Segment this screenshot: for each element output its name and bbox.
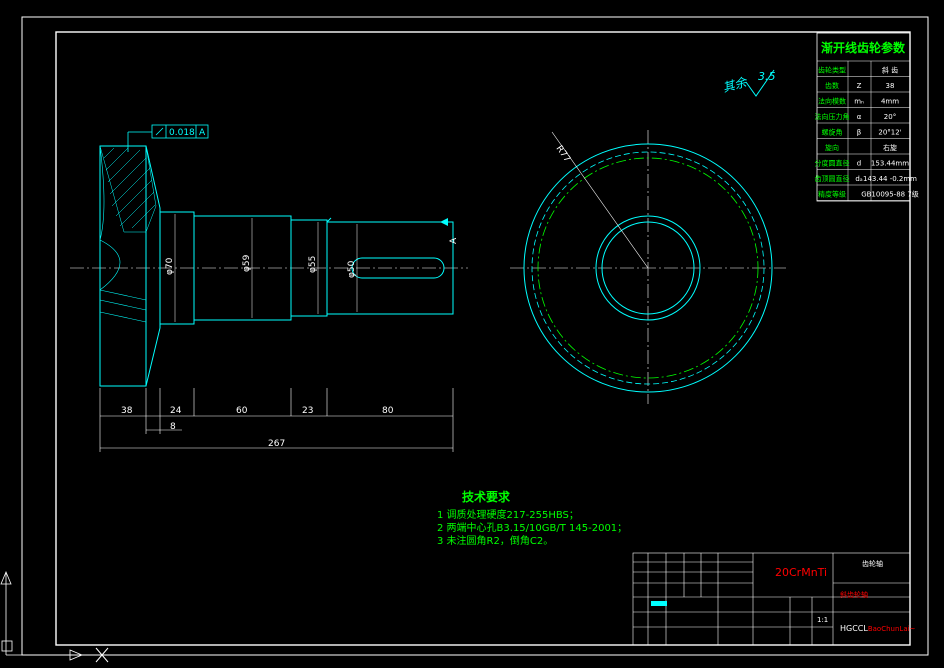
gear-table-param-name: 分度圆直径 xyxy=(815,159,850,168)
gear-table-param-name: 齿轮类型 xyxy=(818,66,846,75)
gear-table-param-name: 法向模数 xyxy=(818,97,846,106)
dim-23: 23 xyxy=(302,406,313,416)
surface-finish-mark: 其余 3.5 xyxy=(721,69,776,97)
datum-label: A xyxy=(449,237,459,244)
gear-table-param-value: GB10095-88 7级 xyxy=(861,190,919,199)
gear-hatching xyxy=(99,145,157,233)
gear-table-param-symbol: Z xyxy=(857,82,862,90)
radius-77-label: R77 xyxy=(554,144,572,164)
gear-table-param-name: 旋向 xyxy=(825,143,839,152)
gear-table-param-value: 4mm xyxy=(881,98,899,106)
dim-24: 24 xyxy=(170,406,182,416)
gear-table-param-value: 20° xyxy=(884,113,896,121)
gear-table-title: 渐开线齿轮参数 xyxy=(821,40,906,55)
gear-table-param-symbol: dₐ xyxy=(855,175,862,183)
drawing-title: 齿轮轴 xyxy=(862,559,883,568)
part-name: 斜齿轮轴 xyxy=(840,590,868,599)
dim-38: 38 xyxy=(121,406,133,416)
gear-table-param-symbol: α xyxy=(857,113,862,121)
gear-table-param-name: 螺旋角 xyxy=(822,128,843,137)
material-label: 20CrMnTi xyxy=(775,566,827,579)
gear-table-param-name: 法向压力角 xyxy=(815,112,850,121)
dia-50-label: φ50 xyxy=(347,260,357,278)
gear-table-param-symbol: β xyxy=(857,129,861,137)
title-block-highlight xyxy=(651,601,667,606)
gear-table-param-symbol: mₙ xyxy=(854,98,864,106)
tech-req-item-1: 1 调质处理硬度217-255HBS； xyxy=(437,508,579,521)
tech-requirements: 技术要求 1 调质处理硬度217-255HBS； 2 两端中心孔B3.15/10… xyxy=(437,489,627,547)
gear-table-param-value: 20°12' xyxy=(878,129,901,137)
dim-60: 60 xyxy=(236,406,248,416)
gear-table-param-value: 斜 齿 xyxy=(882,66,898,75)
dim-8: 8 xyxy=(170,422,176,432)
gear-table-param-value: 38 xyxy=(886,82,895,90)
surface-finish-value: 3.5 xyxy=(758,70,776,83)
surface-finish-label: 其余 xyxy=(721,75,750,95)
drawing-canvas: 渐开线齿轮参数 齿轮类型 斜 齿齿数 Z 38 法向模数 mₙ 4mm 法向压力角 α 20° 螺旋… xyxy=(0,16,929,663)
scale-label: 1:1 xyxy=(817,616,828,624)
dim-80: 80 xyxy=(382,406,394,416)
dia-55-label: φ55 xyxy=(308,256,318,273)
gear-parameter-table: 渐开线齿轮参数 齿轮类型 斜 齿齿数 Z 38 法向模数 mₙ 4mm 法向压力角 α 20° 螺旋… xyxy=(815,32,919,202)
gear-table-param-name: 齿顶圆直径 xyxy=(815,174,850,183)
gear-table-param-symbol: d xyxy=(857,160,861,168)
tech-requirements-title: 技术要求 xyxy=(462,489,511,504)
tech-req-item-2: 2 两端中心孔B3.15/10GB/T 145-2001； xyxy=(437,521,627,534)
tolerance-frame: 0.018 A xyxy=(127,124,209,152)
school-name: HGCCLBaoChunLai~ xyxy=(840,624,916,633)
gear-side-view xyxy=(510,130,786,404)
gear-table-param-name: 精度等级 xyxy=(818,190,846,199)
dia-59-label: φ59 xyxy=(242,254,252,272)
ucs-icon xyxy=(0,570,109,663)
gear-table-param-value: 143.44 -0.2mm xyxy=(863,175,917,183)
gear-table-param-value: 右旋 xyxy=(883,143,897,152)
dia-70-label: φ70 xyxy=(165,257,175,275)
tolerance-value: 0.018 xyxy=(169,128,195,138)
gear-table-param-value: 153.44mm xyxy=(871,160,909,168)
tech-req-item-3: 3 未注圆角R2，倒角C2。 xyxy=(437,534,553,547)
gear-table-param-name: 齿数 xyxy=(825,81,839,90)
shaft-front-view xyxy=(70,145,468,387)
tolerance-datum: A xyxy=(199,128,206,138)
dim-total: 267 xyxy=(268,439,285,449)
